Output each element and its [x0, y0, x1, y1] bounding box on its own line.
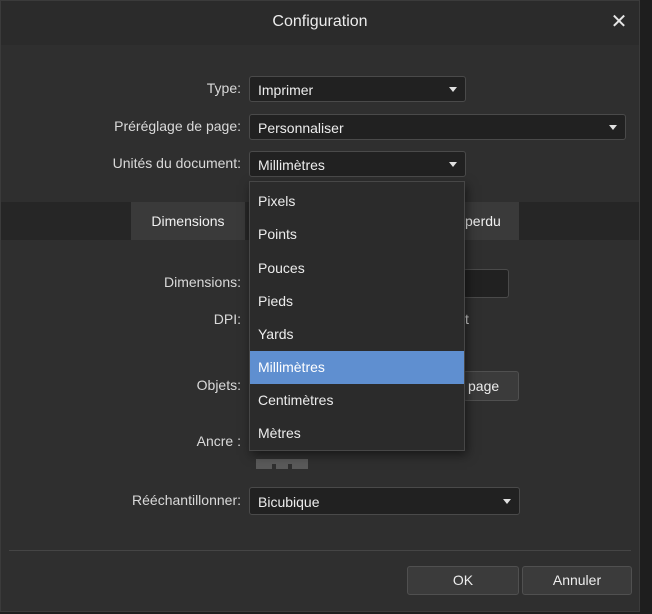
type-select[interactable]: Imprimer	[249, 76, 466, 102]
units-option[interactable]: Pixels	[250, 185, 464, 218]
close-icon[interactable]: ✕	[607, 10, 631, 34]
dpi-label: DPI:	[213, 311, 241, 327]
units-select-value: Millimètres	[258, 157, 325, 173]
chevron-down-icon	[449, 87, 457, 92]
ok-button[interactable]: OK	[407, 566, 519, 595]
dialog-titlebar: Configuration ✕	[1, 1, 639, 45]
preset-label: Préréglage de page:	[114, 118, 241, 134]
dpi-suffix-text: t	[465, 311, 469, 327]
footer-divider	[9, 550, 631, 551]
dimensions-height-field[interactable]	[463, 269, 509, 298]
tab-bleed[interactable]: perdu	[463, 202, 519, 240]
chevron-down-icon	[609, 125, 617, 130]
anchor-label: Ancre :	[196, 433, 241, 449]
cancel-button[interactable]: Annuler	[522, 566, 632, 595]
units-option[interactable]: Centimètres	[250, 384, 464, 417]
units-option-selected[interactable]: Millimètres	[250, 351, 464, 384]
type-label: Type:	[206, 80, 241, 96]
units-option[interactable]: Points	[250, 218, 464, 251]
tab-dimensions[interactable]: Dimensions	[131, 202, 245, 240]
units-dropdown-list: Pixels Points Pouces Pieds Yards Millimè…	[249, 181, 465, 451]
chevron-down-icon	[503, 499, 511, 504]
resample-select-value: Bicubique	[258, 494, 320, 510]
chevron-down-icon	[449, 162, 457, 167]
type-select-value: Imprimer	[258, 82, 314, 98]
objects-page-button[interactable]: page	[463, 371, 519, 401]
resample-select[interactable]: Bicubique	[249, 487, 520, 515]
units-option[interactable]: Pouces	[250, 252, 464, 285]
units-option[interactable]: Yards	[250, 318, 464, 351]
units-option[interactable]: Pieds	[250, 285, 464, 318]
objects-label: Objets:	[196, 377, 241, 393]
preset-select-value: Personnaliser	[258, 120, 344, 136]
units-label: Unités du document:	[112, 155, 241, 171]
units-select[interactable]: Millimètres	[249, 151, 466, 177]
dimensions-label: Dimensions:	[163, 274, 241, 290]
anchor-grid-icon[interactable]	[256, 456, 308, 469]
configuration-dialog: Configuration ✕ Type: Imprimer Préréglag…	[0, 0, 640, 612]
units-option[interactable]: Mètres	[250, 417, 464, 450]
resample-label: Rééchantillonner:	[132, 492, 241, 508]
preset-select[interactable]: Personnaliser	[249, 114, 626, 140]
dialog-title: Configuration	[272, 13, 368, 30]
